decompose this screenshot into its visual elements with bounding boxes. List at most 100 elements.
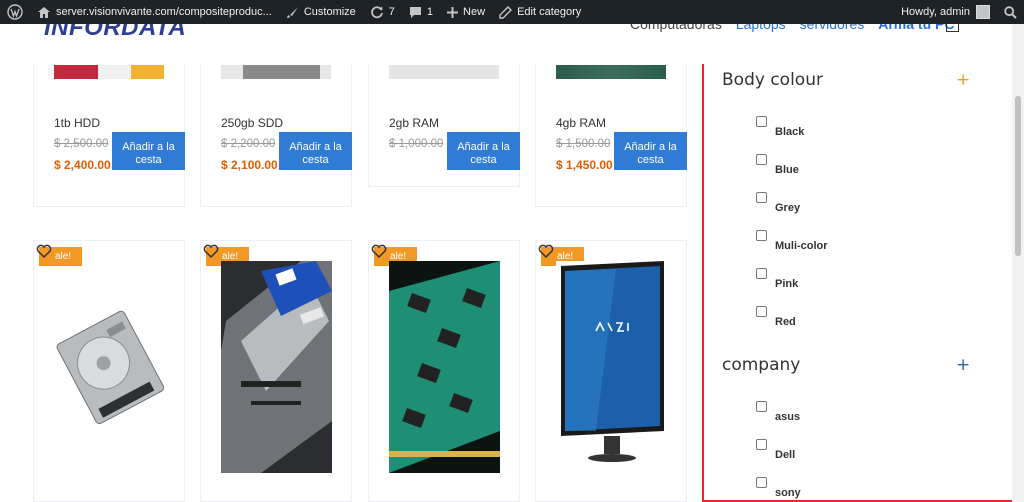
plus-icon (447, 6, 459, 18)
checkbox[interactable] (756, 192, 767, 203)
product-card-1tb-hdd[interactable]: 1tb HDD $ 2,500.00 $ 2,400.00 Añadir a l… (33, 40, 185, 207)
ram-product-image[interactable] (389, 261, 500, 473)
product-card-250gb-ssd[interactable]: 250gb SDD $ 2,200.00 $ 2,100.00 Añadir a… (200, 40, 352, 207)
filter-option-grey[interactable]: Grey (756, 192, 800, 214)
cart-icon[interactable] (946, 24, 959, 32)
filter-option-pink[interactable]: Pink (756, 268, 798, 290)
option-label: Pink (775, 278, 799, 290)
filter-title-company[interactable]: company (722, 355, 800, 375)
old-price: $ 1,500.00 (556, 138, 611, 150)
option-label: Grey (775, 202, 801, 214)
comments-count: 1 (426, 6, 434, 18)
old-price: $ 2,500.00 (54, 138, 109, 150)
sale-price: $ 1,450.00 (556, 158, 613, 172)
checkbox[interactable] (756, 401, 767, 412)
filter-option-dell[interactable]: Dell (756, 439, 795, 461)
product-card-hdd-sale[interactable]: ale! (33, 240, 185, 502)
filter-option-red[interactable]: Red (756, 306, 796, 328)
option-label: Blue (775, 164, 799, 176)
brush-icon (286, 6, 299, 19)
site-name-link[interactable]: server.visionvivante.com/compositeproduc… (30, 0, 279, 24)
filter-option-blue[interactable]: Blue (756, 154, 799, 176)
admin-bar: server.visionvivante.com/compositeproduc… (0, 0, 1024, 24)
search-icon (1004, 5, 1017, 19)
updates-icon (370, 5, 384, 19)
scrollbar-thumb[interactable] (1015, 96, 1021, 256)
updates-link[interactable]: 7 (363, 0, 402, 24)
hdd-product-image[interactable] (54, 261, 165, 473)
customize-label: Customize (303, 6, 356, 18)
product-name[interactable]: 1tb HDD (54, 116, 100, 130)
customize-link[interactable]: Customize (279, 0, 363, 24)
new-content-link[interactable]: New (440, 0, 492, 24)
product-image[interactable] (556, 65, 666, 79)
checkbox[interactable] (756, 477, 767, 488)
updates-count: 7 (388, 6, 395, 18)
nav-item-arma-tu-pc[interactable]: Arma tu PC (878, 24, 954, 32)
main-navigation: Computadoras Laptops servidores Arma tu … (630, 24, 954, 32)
filter-option-black[interactable]: Black (756, 116, 804, 138)
product-image[interactable] (221, 65, 331, 79)
checkbox[interactable] (756, 154, 767, 165)
product-filter-panel: Body colour + Black Blue Grey Muli-color… (702, 62, 1017, 502)
pencil-icon (499, 5, 513, 19)
product-name[interactable]: 4gb RAM (556, 116, 606, 130)
product-card-ssd-sale[interactable]: ale! (200, 240, 352, 502)
option-label: Dell (775, 449, 796, 461)
wishlist-heart-icon[interactable] (371, 244, 387, 263)
old-price: $ 2,200.00 (221, 138, 276, 150)
product-image[interactable] (54, 65, 164, 79)
comments-link[interactable]: 1 (402, 0, 440, 24)
product-name[interactable]: 2gb RAM (389, 116, 439, 130)
edit-category-link[interactable]: Edit category (492, 0, 588, 24)
product-name[interactable]: 250gb SDD (221, 116, 283, 130)
option-label: asus (775, 411, 801, 423)
wishlist-heart-icon[interactable] (203, 244, 219, 263)
new-label: New (463, 6, 486, 18)
product-card-ram-sale[interactable]: ale! (368, 240, 520, 502)
admin-search-button[interactable] (997, 0, 1024, 24)
expand-body-colour-icon[interactable]: + (956, 70, 970, 90)
product-image[interactable] (389, 65, 499, 79)
old-price: $ 1,000.00 (389, 138, 444, 150)
option-label: Muli-color (775, 240, 828, 252)
site-header: INFORDATA Computadoras Laptops servidore… (0, 24, 1012, 64)
filter-option-muli-color[interactable]: Muli-color (756, 230, 828, 252)
option-label: Black (775, 126, 805, 138)
add-to-cart-button[interactable]: Añadir a la cesta (447, 132, 520, 170)
ssd-product-image[interactable] (221, 261, 332, 473)
account-menu[interactable]: Howdy, admin (894, 0, 997, 24)
product-card-4gb-ram[interactable]: 4gb RAM $ 1,500.00 $ 1,450.00 Añadir a l… (535, 40, 687, 207)
option-label: sony (775, 487, 801, 499)
expand-company-icon[interactable]: + (956, 355, 970, 375)
nav-item-laptops[interactable]: Laptops (736, 24, 786, 32)
filter-option-asus[interactable]: asus (756, 401, 800, 423)
sale-price: $ 2,100.00 (221, 158, 278, 172)
wordpress-logo-icon[interactable] (0, 0, 30, 24)
wishlist-heart-icon[interactable] (36, 244, 52, 263)
filter-title-body-colour[interactable]: Body colour (722, 70, 823, 90)
site-url-label: server.visionvivante.com/compositeproduc… (56, 6, 272, 18)
comment-icon (409, 6, 422, 19)
site-logo[interactable]: INFORDATA (44, 24, 186, 42)
page-scrollbar[interactable] (1012, 24, 1024, 502)
checkbox[interactable] (756, 268, 767, 279)
add-to-cart-button[interactable]: Añadir a la cesta (614, 132, 687, 170)
nav-item-computadoras[interactable]: Computadoras (630, 24, 722, 32)
filter-option-sony[interactable]: sony (756, 477, 801, 499)
checkbox[interactable] (756, 116, 767, 127)
option-label: Red (775, 316, 796, 328)
howdy-label: Howdy, admin (901, 6, 970, 18)
monitor-product-image[interactable] (556, 261, 667, 473)
add-to-cart-button[interactable]: Añadir a la cesta (279, 132, 352, 170)
wishlist-heart-icon[interactable] (538, 244, 554, 263)
checkbox[interactable] (756, 439, 767, 450)
checkbox[interactable] (756, 306, 767, 317)
sale-price: $ 2,400.00 (54, 158, 111, 172)
edit-category-label: Edit category (517, 6, 582, 18)
checkbox[interactable] (756, 230, 767, 241)
nav-item-servidores[interactable]: servidores (800, 24, 865, 32)
product-card-monitor-sale[interactable]: ale! (535, 240, 687, 502)
add-to-cart-button[interactable]: Añadir a la cesta (112, 132, 185, 170)
avatar (976, 5, 990, 19)
